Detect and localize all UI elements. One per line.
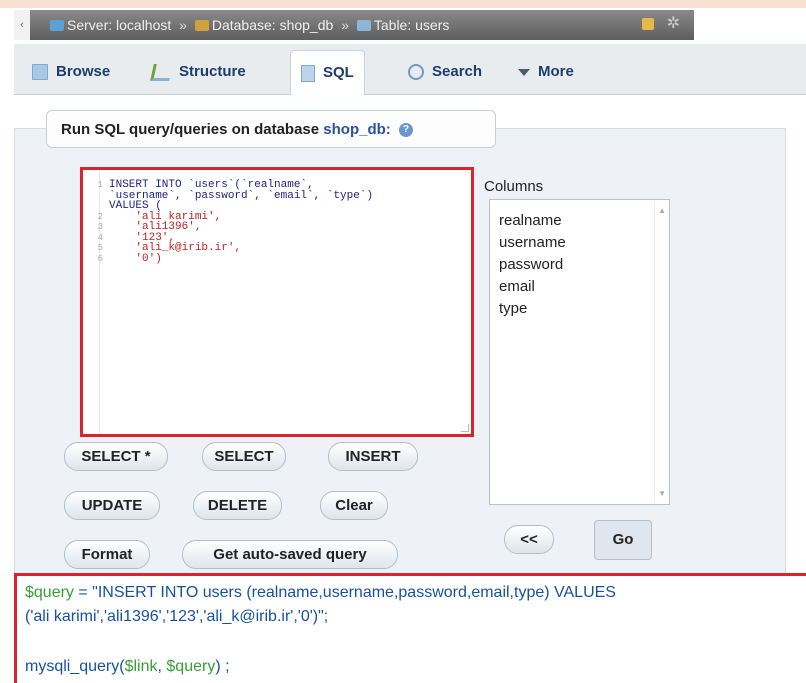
tab-structure[interactable]: Structure [142, 50, 256, 94]
php-line-1: $query = "INSERT INTO users (realname,us… [25, 584, 616, 602]
gear-icon[interactable]: ✲ [667, 15, 680, 33]
column-option[interactable]: email [499, 278, 535, 295]
sql-code[interactable]: 1 INSERT INTO `users`(`realname`, `userna… [89, 180, 373, 265]
line-number: 2 [97, 211, 103, 222]
column-option[interactable]: username [499, 234, 566, 251]
breadcrumb: ‹ Server: localhost » Database: shop_db … [14, 10, 694, 40]
php-variable: $link [124, 658, 158, 675]
breadcrumb-database[interactable]: Database: shop_db [212, 17, 333, 33]
columns-list[interactable]: realname username password email type ▲ … [489, 199, 670, 505]
database-icon [194, 20, 209, 31]
database-link[interactable]: shop_db: [323, 121, 391, 138]
tab-browse[interactable]: Browse [22, 50, 120, 94]
select-all-button[interactable]: SELECT * [64, 442, 168, 471]
tab-search[interactable]: Search [398, 50, 492, 94]
update-button[interactable]: UPDATE [64, 491, 160, 520]
tab-search-label: Search [432, 63, 483, 80]
sql-icon [301, 64, 315, 82]
lock-icon[interactable] [642, 18, 654, 30]
columns-scrollbar[interactable]: ▲ ▼ [654, 200, 669, 504]
line-number: 6 [97, 253, 103, 264]
clear-button[interactable]: Clear [320, 491, 388, 520]
select-button[interactable]: SELECT [202, 442, 286, 471]
tab-sql[interactable]: SQL [290, 50, 365, 95]
breadcrumb-collapse-arrow[interactable]: ‹ [14, 10, 30, 40]
php-line-2: ('ali karimi','ali1396','123','ali_k@iri… [25, 608, 329, 625]
line-number: 3 [97, 222, 103, 232]
breadcrumb-server[interactable]: Server: localhost [67, 17, 171, 33]
column-option[interactable]: realname [499, 212, 562, 229]
editor-resize-handle[interactable] [461, 424, 469, 432]
triangle-down-icon [518, 68, 530, 76]
php-text: = "INSERT INTO users (realname,username,… [73, 584, 616, 601]
column-option[interactable]: type [499, 300, 527, 317]
tab-structure-label: Structure [179, 63, 246, 80]
columns-label: Columns [484, 178, 544, 195]
insert-button[interactable]: INSERT [328, 442, 418, 471]
php-text: ) ; [215, 658, 230, 675]
line-number: 1 [97, 180, 103, 190]
format-button[interactable]: Format [64, 540, 150, 569]
tab-browse-label: Browse [56, 63, 111, 80]
tab-sql-label: SQL [323, 64, 354, 81]
browse-icon [32, 64, 48, 81]
breadcrumb-separator: » [179, 17, 187, 33]
structure-icon [150, 63, 173, 81]
delete-button[interactable]: DELETE [193, 491, 282, 520]
sql-editor[interactable]: 1 INSERT INTO `users`(`realname`, `userna… [80, 167, 474, 437]
search-icon [408, 64, 424, 81]
breadcrumb-table[interactable]: Table: users [374, 17, 449, 33]
php-variable: $query [166, 658, 216, 675]
scroll-up-icon[interactable]: ▲ [658, 206, 666, 215]
php-code-snippet: $query = "INSERT INTO users (realname,us… [14, 573, 806, 683]
go-button[interactable]: Go [594, 520, 652, 560]
insert-column-button[interactable]: << [504, 525, 554, 554]
legend-text: Run SQL query/queries on database [61, 121, 320, 138]
help-icon[interactable]: ? [398, 123, 413, 138]
breadcrumb-separator: » [341, 17, 349, 33]
column-option[interactable]: password [499, 256, 563, 273]
scroll-down-icon[interactable]: ▼ [658, 489, 666, 498]
top-decorative-band [0, 0, 806, 8]
php-variable: $query [25, 584, 74, 601]
tab-bar: Browse Structure SQL Search More [14, 44, 806, 95]
php-line-3: mysqli_query($link, $query) ; [25, 658, 230, 676]
php-function: mysqli_query( [25, 658, 125, 675]
table-icon [356, 20, 371, 31]
server-icon [50, 20, 64, 31]
line-number: 5 [97, 243, 103, 253]
query-panel-legend: Run SQL query/queries on database shop_d… [46, 110, 496, 148]
tab-more[interactable]: More [508, 50, 584, 94]
tab-more-label: More [538, 63, 574, 80]
line-number: 4 [97, 232, 103, 243]
get-auto-saved-query-button[interactable]: Get auto-saved query [182, 540, 398, 569]
code-line: '0') [135, 252, 162, 265]
